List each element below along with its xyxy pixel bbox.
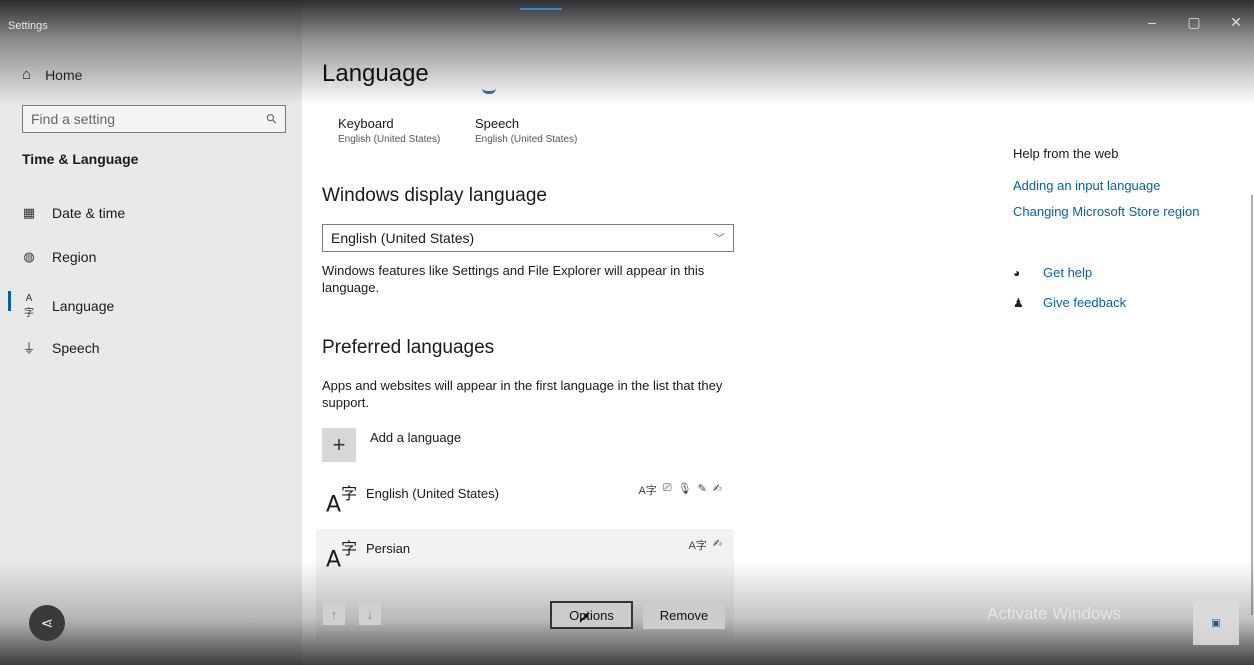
search-box[interactable]: ⚲ <box>22 105 286 133</box>
sidebar-item-date-time[interactable]: ▦ Date & time <box>22 205 125 221</box>
sidebar-item-label: Language <box>52 298 115 314</box>
sidebar-item-label: Speech <box>52 339 100 356</box>
microphone-icon: ⏚ <box>22 341 36 356</box>
move-up-button[interactable]: ↑ <box>323 603 345 625</box>
sidebar-home[interactable]: ⌂ Home <box>22 66 82 83</box>
window-controls: – ▢ ✕ <box>1144 14 1244 31</box>
share-icon: ⋖ <box>40 615 54 632</box>
plus-icon: + <box>322 428 356 462</box>
calendar-clock-icon: ▦ <box>22 205 36 220</box>
give-feedback-label: Give feedback <box>1043 295 1127 310</box>
page-title: Language <box>322 60 429 87</box>
search-icon[interactable]: ⚲ <box>263 110 281 128</box>
move-down-button[interactable]: ↓ <box>359 603 381 625</box>
preferred-languages-heading: Preferred languages <box>322 337 495 358</box>
sidebar-item-language[interactable]: A字 Language <box>22 293 114 319</box>
home-icon: ⌂ <box>22 66 32 83</box>
globe-icon: ◍ <box>23 249 35 264</box>
display-language-feature-icon: A字 <box>688 540 707 552</box>
language-name: English (United States) <box>366 486 499 501</box>
get-help-link[interactable]: ◕ Get help <box>1013 265 1092 280</box>
app-title: Settings <box>8 20 48 32</box>
display-language-feature-icon: A字 <box>638 485 657 497</box>
add-language-label: Add a language <box>370 430 462 445</box>
preferred-languages-description: Apps and websites will appear in the fir… <box>322 378 723 410</box>
keyboard-feature-icon: ✍ <box>712 538 722 550</box>
restore-icon[interactable]: ▢ <box>1186 14 1202 31</box>
help-link-store-region[interactable]: Changing Microsoft Store region <box>1013 204 1199 219</box>
search-input[interactable] <box>31 111 251 127</box>
get-help-label: Get help <box>1043 265 1093 280</box>
title-bar: Settings – ▢ ✕ <box>0 0 1254 42</box>
arrow-up-icon: ↑ <box>330 606 338 622</box>
options-button[interactable]: Options <box>550 601 633 629</box>
language-glyph-icon: A字 <box>326 484 358 518</box>
language-icon: A字 <box>24 293 34 319</box>
keyboard-tile[interactable]: Keyboard English (United States) <box>338 116 440 145</box>
close-icon[interactable]: ✕ <box>1228 14 1244 31</box>
tile-sub: English (United States) <box>475 134 578 145</box>
channel-logo: ▣ <box>1193 601 1239 645</box>
display-language-heading: Windows display language <box>322 185 547 206</box>
sidebar-item-region[interactable]: ◍ Region <box>22 249 96 265</box>
display-language-description: Windows features like Settings and File … <box>322 263 705 295</box>
speech-feature-icon: 🎙 <box>677 483 692 495</box>
sidebar-item-label: Region <box>52 249 97 265</box>
give-feedback-link[interactable]: ♟ Give feedback <box>1013 295 1126 310</box>
help-title: Help from the web <box>1013 146 1119 161</box>
handwriting-feature-icon: ✎ <box>697 483 707 495</box>
add-language-button[interactable]: + Add a language <box>322 428 461 462</box>
arrow-down-icon: ↓ <box>366 606 374 622</box>
tile-sub: English (United States) <box>338 134 441 145</box>
language-item-english[interactable]: A字 English (United States) A字 ⎚ 🎙 ✎ ✍ <box>316 474 734 530</box>
main-content: Language Keyboard English (United States… <box>302 0 1254 665</box>
display-language-select[interactable]: English (United States) ﹀ <box>322 224 734 252</box>
language-feature-icons: A字 ✍ <box>688 537 722 553</box>
speech-tile[interactable]: Speech English (United States) <box>475 116 577 145</box>
chat-help-icon: ◕ <box>1013 265 1021 280</box>
activation-watermark: Activate Windows <box>987 604 1122 623</box>
language-feature-icons: A字 ⎚ 🎙 ✎ ✍ <box>638 482 722 498</box>
help-link-adding-input-language[interactable]: Adding an input language <box>1013 178 1160 193</box>
share-button[interactable]: ⋖ <box>29 605 65 641</box>
sidebar-item-label: Date & time <box>52 205 126 221</box>
minimize-icon[interactable]: – <box>1144 14 1160 31</box>
sidebar-section-title: Time & Language <box>22 151 139 167</box>
select-value: English (United States) <box>331 230 475 246</box>
keyboard-feature-icon: ✍ <box>712 483 722 495</box>
sidebar: ⌂ Home ⚲ Time & Language ▦ Date & time ◍… <box>0 0 302 665</box>
scrollbar[interactable] <box>1251 195 1253 615</box>
language-glyph-icon: A字 <box>326 539 358 573</box>
language-name: Persian <box>366 541 411 556</box>
sidebar-home-label: Home <box>45 66 83 83</box>
chevron-down-icon: ﹀ <box>714 233 725 245</box>
tile-label: Keyboard <box>338 116 394 131</box>
tile-label: Speech <box>475 116 520 131</box>
mouse-pointer-icon: ➚ <box>578 609 590 625</box>
speech-tile-icon <box>482 88 496 94</box>
feedback-icon: ♟ <box>1013 295 1024 310</box>
sidebar-item-speech[interactable]: ⏚ Speech <box>22 338 99 357</box>
text-to-speech-feature-icon: ⎚ <box>662 482 672 494</box>
active-indicator <box>8 291 11 311</box>
remove-button[interactable]: Remove <box>643 601 725 629</box>
